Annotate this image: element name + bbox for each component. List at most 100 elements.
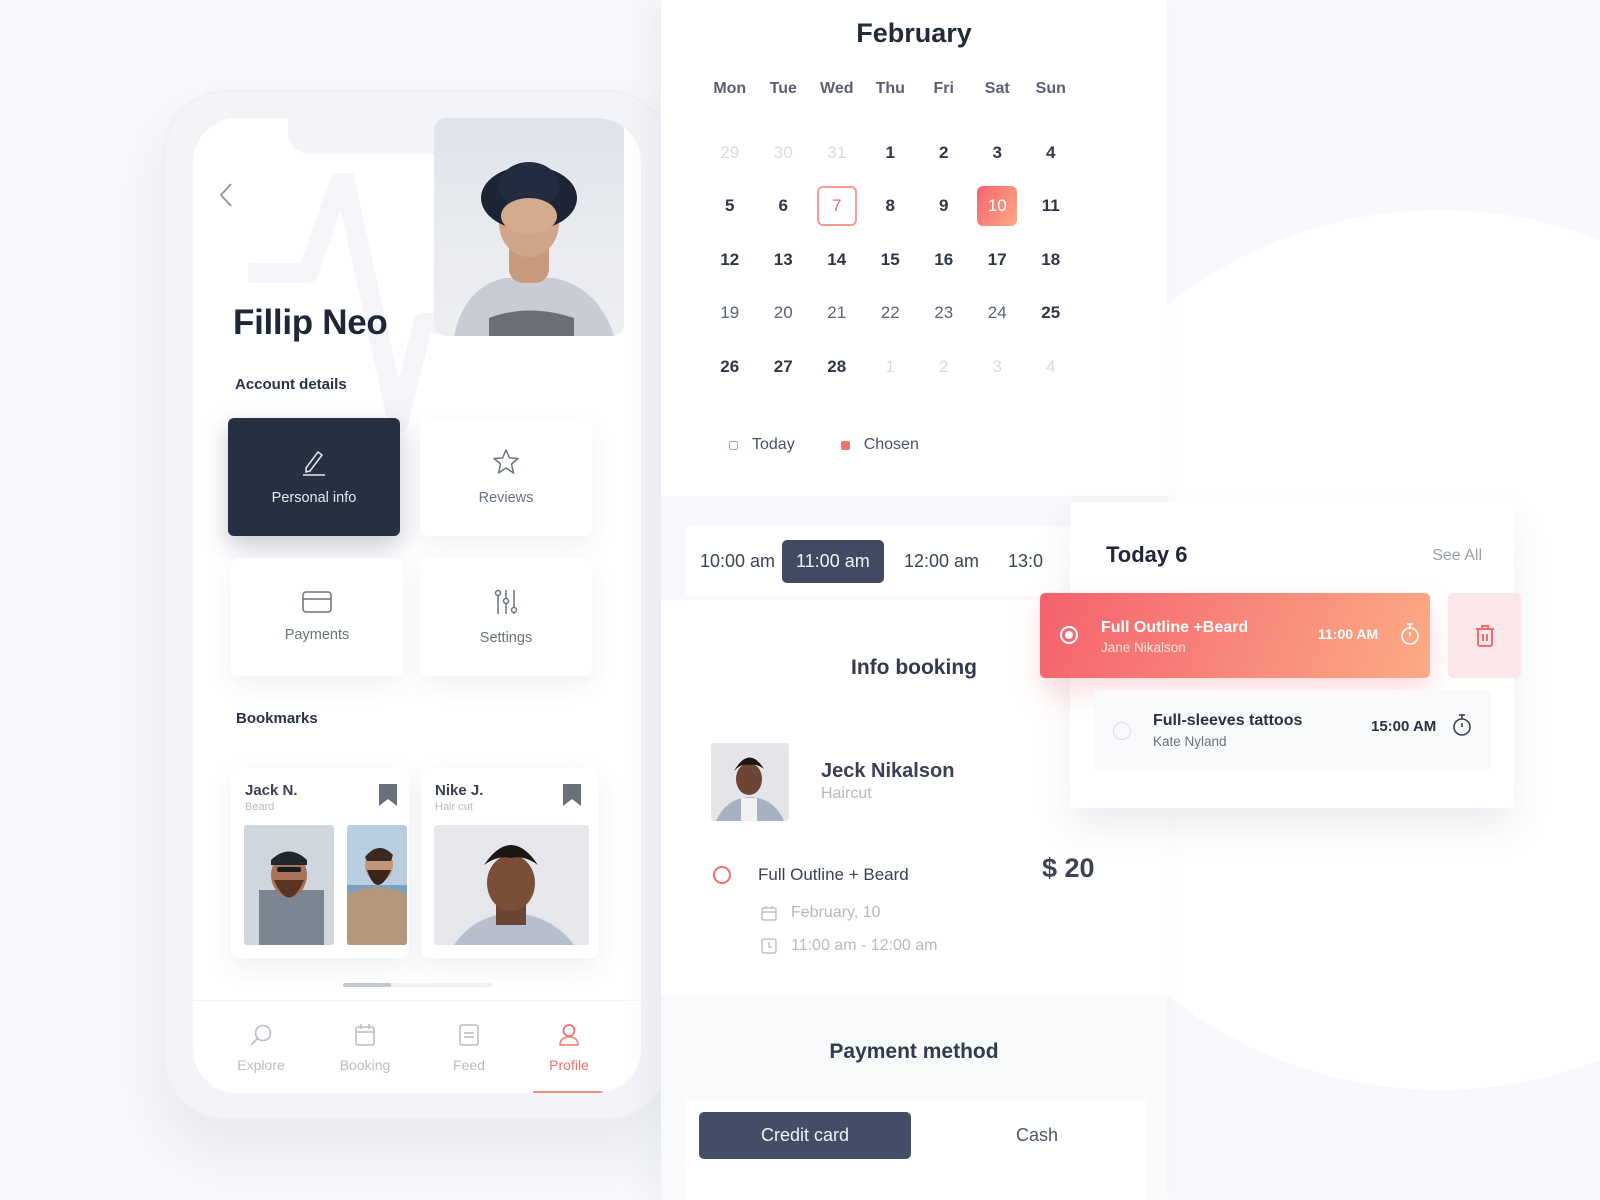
weekday-header: Mon Tue Wed Thu Fri Sat Sun [703, 80, 1083, 98]
trash-icon [1475, 624, 1494, 647]
profile-screen: Fillip Neo Account details Personal info… [193, 118, 641, 1093]
calendar-day[interactable]: 24 [971, 293, 1025, 333]
calendar-day[interactable]: 4 [1024, 347, 1078, 387]
calendar-day[interactable]: 5 [703, 186, 757, 226]
profile-photo [434, 118, 624, 336]
calendar-day[interactable]: 11 [1024, 186, 1078, 226]
active-tab-indicator [533, 1091, 603, 1093]
calendar-day[interactable]: 12 [703, 240, 757, 280]
legend-label: Chosen [863, 436, 919, 453]
bookmark-icon[interactable] [563, 784, 581, 806]
tile-label: Payments [284, 627, 350, 643]
calendar-day[interactable]: 27 [757, 347, 811, 387]
calendar-day[interactable]: 1 [864, 347, 918, 387]
calendar-day[interactable]: 6 [757, 186, 811, 226]
weekday-label: Mon [713, 80, 747, 97]
time-slot[interactable]: 10:00 am [686, 540, 789, 583]
tile-settings[interactable]: Settings [420, 558, 592, 676]
day-number: 3 [992, 142, 1002, 162]
calendar-day[interactable]: 18 [1024, 240, 1078, 280]
day-number: 7 [816, 186, 857, 227]
time-slot[interactable]: 12:00 am [890, 540, 993, 583]
appointment-radio-selected[interactable] [1060, 626, 1078, 644]
calendar-day[interactable]: 14 [810, 240, 864, 280]
calendar-day[interactable]: 3 [971, 133, 1025, 173]
tab-profile[interactable]: Profile [519, 1023, 619, 1073]
calendar-day-today[interactable]: 7 [810, 186, 864, 227]
calendar-icon [355, 1024, 375, 1046]
scrollbar-thumb[interactable] [343, 983, 391, 987]
calendar-legend: Today Chosen [729, 436, 919, 454]
service-radio[interactable] [713, 866, 731, 884]
credit-card-button[interactable]: Credit card [699, 1112, 911, 1159]
appointment-item-active[interactable]: Full Outline +Beard Jane Nikalson 11:00 … [1040, 593, 1430, 678]
calendar-day[interactable]: 31 [810, 133, 864, 173]
tile-payments[interactable]: Payments [231, 558, 403, 676]
calendar-day[interactable]: 13 [757, 240, 811, 280]
tile-reviews[interactable]: Reviews [420, 418, 592, 536]
weekday-label: Tue [769, 80, 797, 97]
calendar-day[interactable]: 1 [864, 133, 918, 173]
calendar-day[interactable]: 4 [1024, 133, 1078, 173]
calendar-day[interactable]: 17 [971, 240, 1025, 280]
calendar-day[interactable]: 9 [917, 186, 971, 226]
calendar-day[interactable]: 28 [810, 347, 864, 387]
tab-explore[interactable]: Explore [211, 1023, 311, 1073]
appointment-item[interactable]: Full-sleeves tattoos Kate Nyland 15:00 A… [1094, 690, 1491, 770]
see-all-link[interactable]: See All [1432, 547, 1482, 565]
calendar-day[interactable]: 25 [1024, 293, 1078, 333]
bookmark-icon[interactable] [379, 784, 397, 806]
phone-mockup: Fillip Neo Account details Personal info… [163, 90, 671, 1120]
calendar-day[interactable]: 20 [757, 293, 811, 333]
calendar-day[interactable]: 26 [703, 347, 757, 387]
calendar-day[interactable]: 2 [917, 133, 971, 173]
day-number: 3 [992, 356, 1002, 376]
day-number: 4 [1046, 142, 1056, 162]
calendar-day[interactable]: 29 [703, 133, 757, 173]
chosen-marker-icon [840, 440, 850, 450]
day-number: 11 [1041, 196, 1060, 216]
time-slot-selected[interactable]: 11:00 am [782, 540, 884, 583]
barber-role: Haircut [821, 785, 872, 802]
back-button[interactable] [213, 180, 239, 210]
calendar-day[interactable]: 15 [864, 240, 918, 280]
appointment-radio[interactable] [1113, 722, 1131, 740]
tab-label: Profile [549, 1057, 589, 1073]
profile-name: Fillip Neo [233, 303, 388, 342]
time-slot[interactable]: 13:0 [994, 540, 1057, 583]
bookmark-photo [244, 825, 334, 945]
cash-button[interactable]: Cash [931, 1112, 1143, 1159]
delete-appointment-button[interactable] [1448, 593, 1521, 678]
bookmarks-scrollbar[interactable] [343, 983, 493, 987]
calendar-day[interactable]: 30 [757, 133, 811, 173]
service-name: Full Outline + Beard [758, 865, 909, 884]
calendar-day[interactable]: 8 [864, 186, 918, 226]
day-number: 30 [773, 142, 793, 162]
weekday-label: Sun [1035, 80, 1066, 97]
calendar-day[interactable]: 22 [864, 293, 918, 333]
calendar-day-chosen[interactable]: 10 [971, 186, 1025, 227]
calendar-day[interactable]: 16 [917, 240, 971, 280]
day-number: 9 [939, 196, 949, 216]
bookmark-card-nike[interactable]: Nike J. Hair cut [421, 768, 599, 958]
calendar-day[interactable]: 2 [917, 347, 971, 387]
day-number: 18 [1041, 249, 1061, 269]
stopwatch-icon [1453, 714, 1471, 736]
day-number: 14 [827, 249, 847, 269]
calendar-day[interactable]: 19 [703, 293, 757, 333]
day-number: 13 [773, 249, 793, 269]
calendar-week-row: 19 20 21 22 23 24 25 [703, 287, 1083, 341]
legend-label: Today [752, 436, 795, 453]
calendar-day[interactable]: 3 [971, 347, 1025, 387]
tile-personal-info[interactable]: Personal info [228, 418, 400, 536]
day-number: 19 [720, 303, 740, 323]
day-number: 15 [880, 249, 900, 269]
calendar-day[interactable]: 21 [810, 293, 864, 333]
tab-booking[interactable]: Booking [315, 1023, 415, 1073]
account-details-heading: Account details [235, 376, 347, 393]
pencil-icon [303, 450, 325, 476]
calendar-day[interactable]: 23 [917, 293, 971, 333]
tab-feed[interactable]: Feed [419, 1023, 519, 1073]
booking-time: 11:00 am - 12:00 am [761, 937, 937, 955]
bookmark-card-jack[interactable]: Jack N. Beard [231, 768, 409, 958]
